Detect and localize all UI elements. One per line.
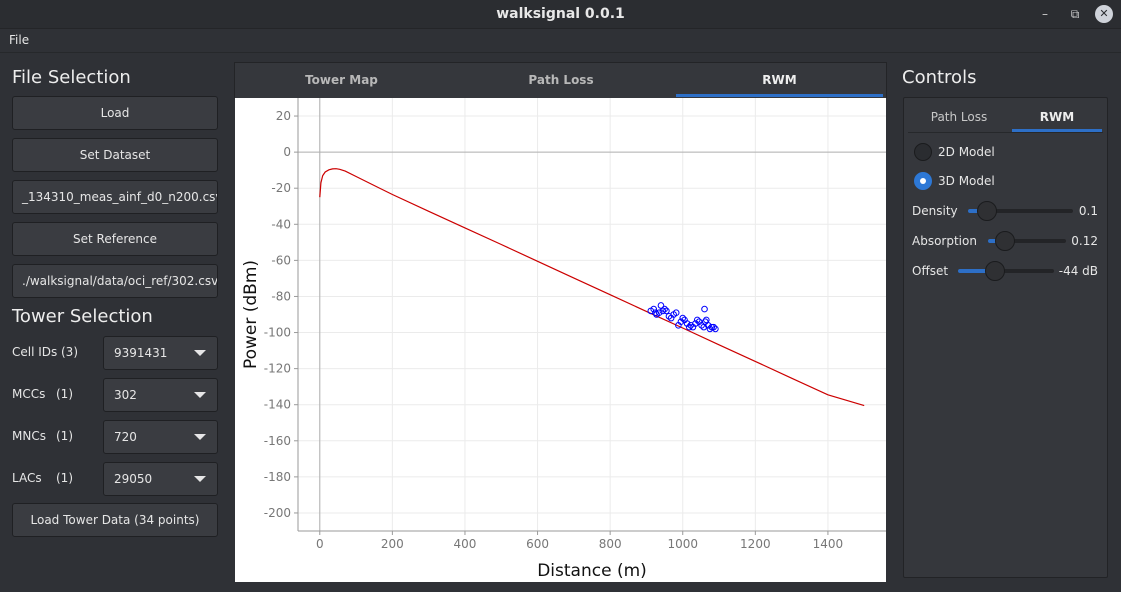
x-tick-label: 0 — [316, 537, 324, 551]
x-tick-label: 600 — [526, 537, 549, 551]
y-tick-label: -100 — [264, 326, 291, 340]
minimize-icon[interactable]: – — [1036, 5, 1054, 23]
file-selection-title: File Selection — [12, 67, 131, 88]
dataset-path-field[interactable]: _134310_meas_ainf_d0_n200.csv — [12, 180, 218, 214]
y-tick-label: -60 — [271, 253, 291, 267]
mccs-combo[interactable]: 302 — [103, 378, 218, 412]
density-slider-handle[interactable] — [976, 201, 997, 221]
density-label: Density — [912, 204, 958, 218]
cell-ids-label: Cell IDs — [12, 345, 58, 359]
x-tick-label: 1400 — [813, 537, 844, 551]
y-tick-label: -140 — [264, 398, 291, 412]
controls-tab-separator — [908, 132, 1103, 133]
reference-path-field[interactable]: ./walksignal/data/oci_ref/302.csv — [12, 264, 218, 298]
absorption-label: Absorption — [912, 234, 977, 248]
x-tick-label: 1200 — [740, 537, 771, 551]
model-3d-label: 3D Model — [938, 174, 995, 188]
title-bar: walksignal 0.0.1 – ⧉ ✕ — [0, 0, 1121, 29]
set-dataset-button[interactable]: Set Dataset — [12, 138, 218, 172]
y-tick-label: -160 — [264, 434, 291, 448]
controls-tab-rwm-label: RWM — [1039, 110, 1075, 124]
tab-path-loss[interactable]: Path Loss — [453, 63, 669, 97]
cell-ids-value: 9391431 — [114, 346, 168, 360]
main-tab-bar: Tower Map Path Loss RWM — [234, 62, 887, 98]
y-tick-label: -40 — [271, 217, 291, 231]
load-tower-data-button[interactable]: Load Tower Data (34 points) — [12, 503, 218, 537]
y-tick-label: -200 — [264, 506, 291, 520]
y-tick-label: -20 — [271, 181, 291, 195]
model-2d-label: 2D Model — [938, 145, 995, 159]
tab-tower-map[interactable]: Tower Map — [235, 63, 448, 97]
x-tick-label: 1000 — [667, 537, 698, 551]
y-tick-label: -180 — [264, 470, 291, 484]
offset-slider-handle[interactable] — [984, 261, 1005, 281]
lacs-value: 29050 — [114, 472, 153, 486]
absorption-value: 0.12 — [1071, 234, 1098, 248]
mncs-count: (1) — [56, 429, 73, 443]
mccs-count: (1) — [56, 387, 73, 401]
x-tick-label: 400 — [454, 537, 477, 551]
tower-selection-title: Tower Selection — [12, 306, 153, 327]
chevron-down-icon — [194, 434, 206, 440]
mncs-value: 720 — [114, 430, 137, 444]
measured-point — [701, 305, 708, 313]
controls-panel: Path Loss RWM 2D Model 3D Model Density … — [903, 97, 1108, 578]
controls-tab-rwm[interactable]: RWM — [1012, 102, 1102, 132]
set-reference-button[interactable]: Set Reference — [12, 222, 218, 256]
window-title: walksignal 0.0.1 — [496, 6, 625, 22]
controls-tab-path-loss[interactable]: Path Loss — [908, 102, 1010, 132]
lacs-combo[interactable]: 29050 — [103, 462, 218, 496]
load-button[interactable]: Load — [12, 96, 218, 130]
lacs-label: LACs — [12, 471, 42, 485]
restore-icon[interactable]: ⧉ — [1066, 5, 1084, 23]
menu-bar: File — [0, 29, 1121, 53]
cell-ids-count: (3) — [61, 345, 78, 359]
active-tab-underline — [676, 94, 883, 97]
mccs-label: MCCs — [12, 387, 46, 401]
menu-file[interactable]: File — [9, 33, 29, 47]
chevron-down-icon — [194, 476, 206, 482]
density-slider[interactable] — [968, 201, 1073, 221]
model-3d-radio[interactable] — [914, 172, 932, 190]
controls-title: Controls — [902, 67, 977, 88]
rwm-plot[interactable]: 0 200 400 600 800 1000 1200 1400 20 0 -20 -40 -60 -80… — [235, 98, 886, 582]
offset-label: Offset — [912, 264, 949, 278]
tab-rwm[interactable]: RWM — [676, 63, 883, 97]
absorption-slider[interactable] — [988, 231, 1066, 251]
rwm-chart: 0 200 400 600 800 1000 1200 1400200-20-40-60-80… — [241, 98, 886, 581]
close-icon[interactable]: ✕ — [1095, 5, 1113, 23]
x-axis-label: Distance (m) — [537, 561, 647, 581]
mncs-combo[interactable]: 720 — [103, 420, 218, 454]
absorption-slider-handle[interactable] — [994, 231, 1015, 251]
model-2d-radio[interactable] — [914, 143, 932, 161]
lacs-count: (1) — [56, 471, 73, 485]
cell-ids-combo[interactable]: 9391431 — [103, 336, 218, 370]
y-tick-label: -120 — [264, 362, 291, 376]
y-tick-label: 0 — [283, 145, 291, 159]
mccs-value: 302 — [114, 388, 137, 402]
x-tick-label: 200 — [381, 537, 404, 551]
density-value: 0.1 — [1078, 204, 1098, 218]
model-line — [319, 168, 865, 407]
tab-rwm-label: RWM — [762, 73, 797, 87]
offset-slider[interactable] — [958, 261, 1054, 281]
y-axis-label: Power (dBm) — [241, 260, 261, 369]
offset-value: -44 dB — [1058, 264, 1098, 278]
chevron-down-icon — [194, 392, 206, 398]
y-tick-label: 20 — [276, 109, 291, 123]
measured-point — [703, 316, 710, 324]
chevron-down-icon — [194, 350, 206, 356]
x-tick-label: 800 — [599, 537, 622, 551]
y-tick-label: -80 — [271, 289, 291, 303]
mncs-label: MNCs — [12, 429, 46, 443]
